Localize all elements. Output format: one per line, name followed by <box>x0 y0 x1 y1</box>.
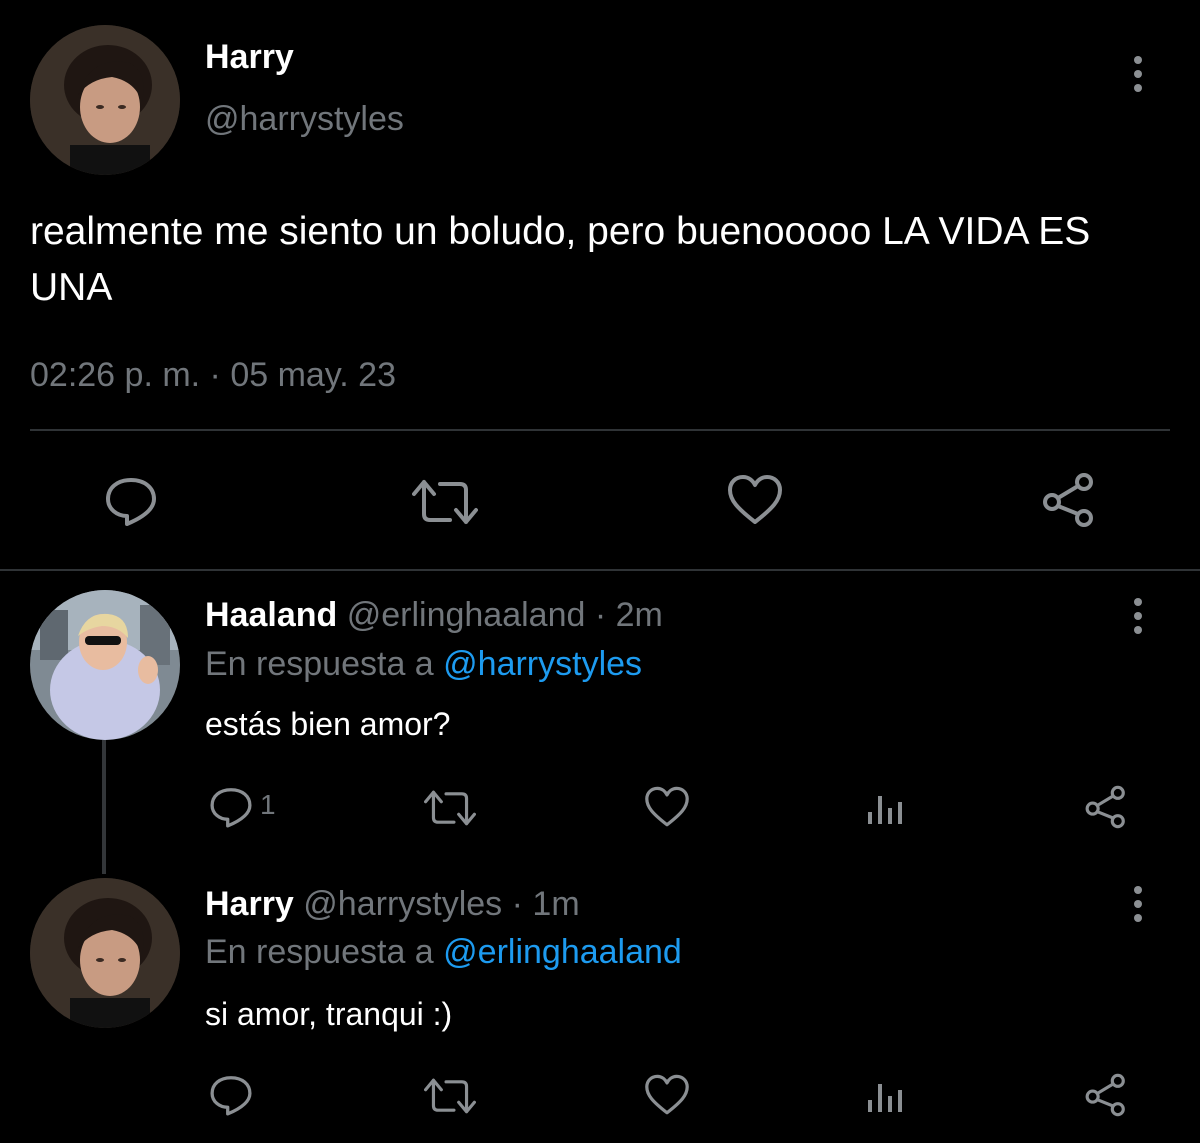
harry-avatar[interactable] <box>30 878 180 1028</box>
reply-to-label: En respuesta a <box>205 933 434 971</box>
share-icon[interactable] <box>1083 1073 1129 1117</box>
main-tweet-text: realmente me siento un boludo, pero buen… <box>30 210 1091 309</box>
harry-avatar[interactable] <box>30 25 180 175</box>
reply-context: En respuesta a @harrystyles <box>205 645 642 684</box>
reply-text: si amor, tranqui :) <box>205 996 453 1032</box>
divider <box>0 569 1200 571</box>
retweet-icon[interactable] <box>424 787 476 829</box>
thread-connector-line <box>102 740 106 874</box>
retweet-icon[interactable] <box>412 476 478 528</box>
like-icon[interactable] <box>644 786 690 828</box>
reply-to-label: En respuesta a <box>205 645 434 683</box>
reply-author-handle[interactable]: @harrystyles <box>303 885 502 923</box>
share-icon[interactable] <box>1040 472 1098 528</box>
reply-time: · 2m <box>594 596 663 634</box>
main-author-name[interactable]: Harry <box>205 38 294 77</box>
retweet-icon[interactable] <box>424 1075 476 1117</box>
main-author-handle[interactable]: @harrystyles <box>205 100 404 139</box>
reply-text: estás bien amor? <box>205 706 451 742</box>
reply-to-handle-link[interactable]: @harrystyles <box>443 645 642 683</box>
divider <box>30 429 1170 431</box>
reply-count: 1 <box>260 789 276 820</box>
reply-to-handle-link[interactable]: @erlinghaaland <box>443 933 682 971</box>
reply-author-name[interactable]: Haaland <box>205 596 337 634</box>
more-options-icon[interactable] <box>1126 592 1150 640</box>
analytics-icon[interactable] <box>866 790 906 828</box>
more-options-icon[interactable] <box>1126 880 1150 928</box>
reply-time: · 1m <box>511 885 580 923</box>
reply-author-handle[interactable]: @erlinghaaland <box>347 596 586 634</box>
main-tweet-timestamp[interactable]: 02:26 p. m. · 05 may. 23 <box>30 356 396 395</box>
more-options-icon[interactable] <box>1126 50 1150 98</box>
reply-author-name[interactable]: Harry <box>205 885 294 923</box>
share-icon[interactable] <box>1083 785 1129 829</box>
analytics-icon[interactable] <box>866 1078 906 1116</box>
like-icon[interactable] <box>727 474 783 526</box>
reply-header: Haaland @erlinghaaland · 2m <box>205 596 663 635</box>
reply-context: En respuesta a @erlinghaaland <box>205 933 682 972</box>
tweet-thread: Harry @harrystyles realmente me siento u… <box>0 0 1200 1143</box>
reply-header: Harry @harrystyles · 1m <box>205 885 580 924</box>
reply-icon[interactable] <box>208 785 254 829</box>
reply-icon[interactable] <box>103 475 159 527</box>
like-icon[interactable] <box>644 1074 690 1116</box>
reply-icon[interactable] <box>208 1073 254 1117</box>
haaland-avatar[interactable] <box>30 590 180 740</box>
